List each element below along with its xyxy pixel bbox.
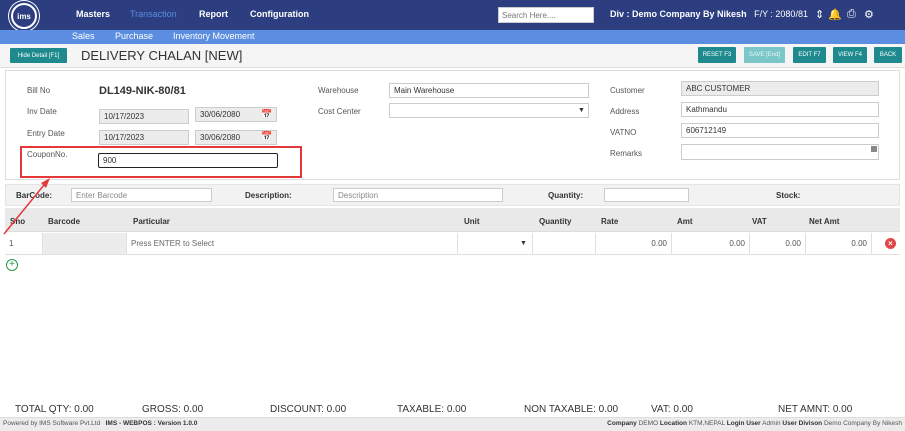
reset-button[interactable]: RESET F3 [698, 47, 736, 63]
div-value: Demo Company By Nikesh [632, 9, 747, 19]
cell-amt: 0.00 [672, 233, 750, 254]
warehouse-label: Warehouse [318, 86, 359, 95]
global-search-input[interactable]: Search Here.... [498, 7, 594, 23]
col-vat: VAT [752, 217, 767, 226]
gear-icon[interactable]: ⚙ [864, 8, 874, 21]
fy-switch-icon[interactable]: ⇕ [815, 8, 824, 21]
entry-date-ad-input[interactable]: 10/17/2023 [99, 130, 189, 145]
delete-row-icon[interactable]: × [885, 238, 896, 249]
barcode-input[interactable]: Enter Barcode [71, 188, 212, 202]
company-label: Company [607, 420, 637, 427]
bill-no-label: Bill No [27, 86, 51, 95]
user-division-label: User Divison [782, 420, 823, 427]
cell-net-amt: 0.00 [806, 233, 872, 254]
bell-icon[interactable]: 🔔 [828, 8, 842, 21]
stock-label: Stock: [776, 191, 801, 200]
total-net-amnt: NET AMNT: 0.00 [778, 404, 853, 415]
back-button[interactable]: BACK [874, 47, 902, 63]
division-info: Div : Demo Company By Nikesh F/Y : 2080/… [610, 9, 808, 19]
chevron-down-icon[interactable]: ▼ [520, 240, 527, 247]
edit-button[interactable]: EDIT F7 [793, 47, 826, 63]
powered-by-text: Powered by IMS Software Pvt.Ltd [3, 420, 101, 427]
bill-no-value: DL149-NIK-80/81 [99, 85, 186, 97]
view-button[interactable]: VIEW F4 [833, 47, 867, 63]
cell-rate[interactable]: 0.00 [596, 233, 672, 254]
nav-transaction[interactable]: Transaction [130, 9, 177, 19]
coupon-label: CouponNo. [27, 150, 68, 159]
save-button[interactable]: SAVE [End] [744, 47, 785, 63]
col-amt: Amt [677, 217, 693, 226]
warehouse-input[interactable]: Main Warehouse [389, 83, 589, 98]
login-user-value: Admin [762, 420, 781, 427]
printer-icon[interactable]: ⎙ [847, 8, 856, 21]
description-label: Description: [245, 191, 292, 200]
footer-left: Powered by IMS Software Pvt.Ltd IMS - WE… [3, 420, 197, 427]
subnav-inventory-movement[interactable]: Inventory Movement [173, 31, 255, 41]
total-non-taxable: NON TAXABLE: 0.00 [524, 404, 619, 415]
cost-center-label: Cost Center [318, 107, 361, 116]
calendar-icon[interactable]: 📅 [261, 131, 272, 142]
vatno-label: VATNO [610, 128, 637, 137]
total-taxable: TAXABLE: 0.00 [397, 404, 467, 415]
logo-text: ims [13, 5, 35, 27]
chevron-down-icon[interactable]: ▼ [578, 107, 585, 114]
total-qty: TOTAL QTY: 0.00 [15, 404, 94, 415]
nav-configuration[interactable]: Configuration [250, 9, 309, 19]
col-rate: Rate [601, 217, 619, 226]
cell-barcode[interactable] [43, 233, 127, 254]
col-sno: Sno [10, 217, 26, 226]
subnav-purchase[interactable]: Purchase [115, 31, 153, 41]
description-input[interactable]: Description [333, 188, 503, 202]
ims-logo[interactable]: ims [9, 1, 39, 31]
subnav-sales[interactable]: Sales [72, 31, 95, 41]
location-value: KTM,NEPAL [688, 420, 725, 427]
col-net-amt: Net Amt [809, 217, 840, 226]
company-value: DEMO [638, 420, 659, 427]
resize-grip-icon[interactable] [871, 146, 877, 152]
remarks-label: Remarks [610, 149, 643, 158]
cell-sno: 1 [5, 233, 43, 254]
version-text: IMS - WEBPOS : Version 1.0.0 [105, 420, 198, 427]
cell-vat: 0.00 [750, 233, 806, 254]
cost-center-select[interactable] [389, 103, 589, 118]
address-input[interactable]: Kathmandu [681, 102, 879, 117]
col-unit: Unit [464, 217, 480, 226]
page-title: DELIVERY CHALAN [NEW] [81, 48, 243, 63]
quantity-label: Quantity: [548, 191, 584, 200]
total-vat: VAT: 0.00 [651, 404, 693, 415]
hide-detail-button[interactable]: Hide Detail [F1] [10, 48, 67, 63]
coupon-input[interactable]: 900 [98, 153, 278, 168]
fiscal-year-label: F/Y : 2080/81 [754, 9, 808, 19]
div-label: Div : [610, 9, 630, 19]
cell-particular[interactable]: Press ENTER to Select [127, 233, 458, 254]
entry-date-label: Entry Date [27, 129, 65, 138]
vatno-input[interactable]: 606712149 [681, 123, 879, 138]
col-quantity: Quantity [539, 217, 572, 226]
calendar-icon[interactable]: 📅 [261, 109, 272, 120]
quantity-input[interactable] [604, 188, 689, 202]
total-discount: DISCOUNT: 0.00 [270, 404, 347, 415]
customer-input[interactable]: ABC CUSTOMER [681, 81, 879, 96]
remarks-textarea[interactable] [681, 144, 879, 160]
nav-masters[interactable]: Masters [76, 9, 110, 19]
add-row-icon[interactable]: + [6, 259, 18, 271]
inv-date-label: Inv Date [27, 107, 57, 116]
address-label: Address [610, 107, 640, 116]
barcode-label: BarCode: [16, 191, 53, 200]
nav-report[interactable]: Report [199, 9, 228, 19]
footer-right: Company DEMO Location KTM,NEPAL Login Us… [607, 420, 902, 427]
customer-label: Customer [610, 86, 645, 95]
inv-date-ad-input[interactable]: 10/17/2023 [99, 109, 189, 124]
cell-quantity[interactable] [533, 233, 596, 254]
col-barcode: Barcode [48, 217, 81, 226]
login-user-label: Login User [726, 420, 761, 427]
col-particular: Particular [133, 217, 170, 226]
location-label: Location [659, 420, 687, 427]
user-division-value: Demo Company By Nikesh [823, 420, 902, 427]
total-gross: GROSS: 0.00 [142, 404, 204, 415]
